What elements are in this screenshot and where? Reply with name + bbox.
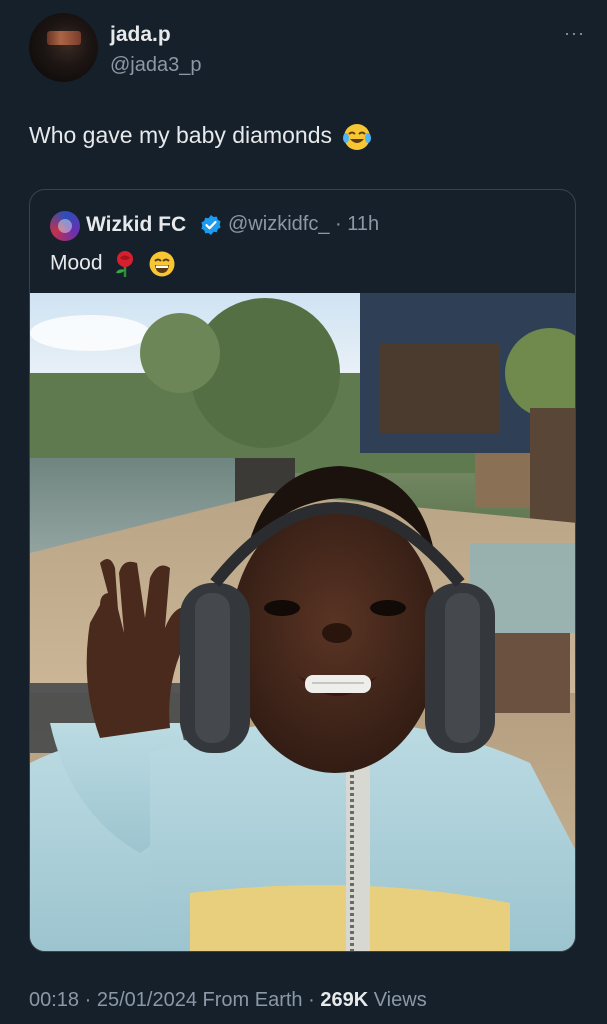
quoted-author-avatar[interactable] [50,211,80,241]
photo-illustration [30,293,575,951]
views-count: 269K [320,989,369,1011]
tweet-header: jada.p @jada3_p ··· [29,13,585,83]
face-with-tears-of-joy-icon [343,124,372,150]
tweet-meta: 00:18 · 25/01/2024 From Earth · 269K Vie… [29,989,427,1012]
author-handle[interactable]: @jada3_p [110,54,201,77]
avatar-image [47,31,81,45]
quoted-tweet-text: Mood [50,250,176,278]
tweet-source: From Earth [202,989,303,1011]
separator: · [84,989,97,1011]
verified-badge-icon [201,215,221,235]
tweet-text-body: Who gave my baby diamonds [29,122,332,149]
quoted-tweet-body: Mood [50,251,103,275]
grinning-face-with-smiling-eyes-icon [149,251,175,277]
tweet-date[interactable]: 25/01/2024 [97,989,197,1011]
more-options-icon[interactable]: ··· [564,23,585,44]
separator: · [308,989,321,1011]
tweet-text: Who gave my baby diamonds [29,122,372,152]
quoted-author-display-name[interactable]: Wizkid FC [86,213,186,237]
quoted-author-handle-time[interactable]: @wizkidfc_ · 11h [228,213,379,236]
quoted-tweet[interactable]: Wizkid FC @wizkidfc_ · 11h Mood [29,189,576,952]
views-label: Views [373,989,427,1011]
author-display-name[interactable]: jada.p [110,23,171,47]
tweet-time[interactable]: 00:18 [29,989,79,1011]
baby-with-headphones-photo[interactable] [30,293,575,951]
author-avatar[interactable] [29,13,98,82]
rose-icon [116,251,134,277]
